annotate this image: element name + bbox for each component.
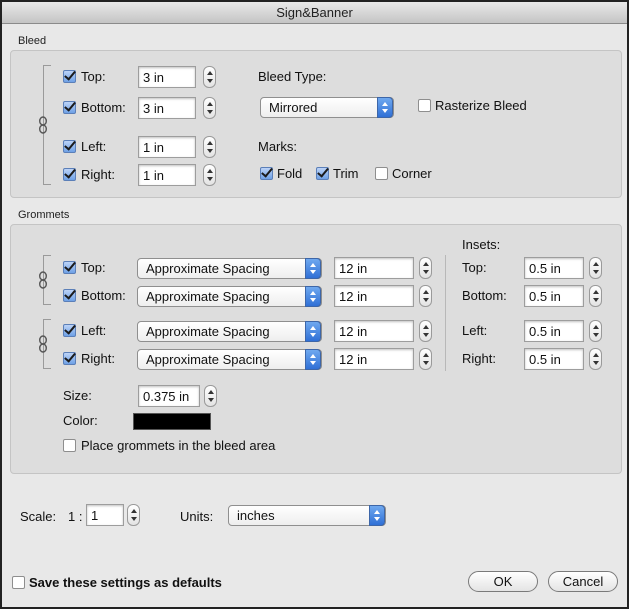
grommet-color-swatch[interactable] bbox=[133, 413, 211, 430]
grommet-left-label: Left: bbox=[81, 323, 107, 338]
grommet-bottom-spacing-field[interactable]: 12 in bbox=[334, 285, 414, 307]
grommet-bottom-spacing-stepper[interactable] bbox=[419, 285, 432, 307]
scale-field[interactable]: 1 bbox=[86, 504, 124, 526]
popup-arrows-icon bbox=[305, 321, 321, 342]
grommet-right-mode-popup[interactable]: Approximate Spacing bbox=[137, 349, 322, 370]
grommet-left-spacing-field[interactable]: 12 in bbox=[334, 320, 414, 342]
bleed-top-stepper[interactable] bbox=[203, 66, 216, 88]
place-grommets-bleed-label: Place grommets in the bleed area bbox=[81, 438, 276, 453]
bleed-right-field[interactable]: 1 in bbox=[138, 164, 196, 186]
bleed-top-checkbox[interactable] bbox=[63, 70, 76, 83]
bleed-top-label: Top: bbox=[81, 69, 106, 84]
units-label: Units: bbox=[180, 509, 214, 524]
bleed-left-checkbox[interactable] bbox=[63, 140, 76, 153]
popup-arrows-icon bbox=[305, 286, 321, 307]
inset-bottom-stepper[interactable] bbox=[589, 285, 602, 307]
grommet-size-label: Size: bbox=[63, 388, 92, 403]
grommet-top-mode-popup[interactable]: Approximate Spacing bbox=[137, 258, 322, 279]
grommet-right-spacing-field[interactable]: 12 in bbox=[334, 348, 414, 370]
grommet-top-spacing-stepper[interactable] bbox=[419, 257, 432, 279]
window-title: Sign&Banner bbox=[2, 2, 627, 24]
inset-top-label: Top: bbox=[462, 260, 487, 275]
mark-fold-label: Fold bbox=[277, 166, 303, 181]
grommet-bottom-mode-value: Approximate Spacing bbox=[146, 289, 270, 304]
scale-label: Scale: bbox=[20, 509, 57, 524]
grommet-left-spacing-stepper[interactable] bbox=[419, 320, 432, 342]
dialog-window: Sign&Banner Bleed Top: 3 in Bottom: 3 in… bbox=[0, 0, 629, 609]
cancel-button[interactable]: Cancel bbox=[548, 571, 618, 592]
mark-corner-checkbox[interactable] bbox=[375, 167, 388, 180]
bleed-bottom-label: Bottom: bbox=[81, 100, 126, 115]
bleed-left-stepper[interactable] bbox=[203, 136, 216, 158]
ok-button[interactable]: OK bbox=[468, 571, 538, 592]
scale-stepper[interactable] bbox=[127, 504, 140, 526]
units-popup[interactable]: inches bbox=[228, 505, 386, 526]
inset-top-stepper[interactable] bbox=[589, 257, 602, 279]
grommet-bottom-label: Bottom: bbox=[81, 288, 126, 303]
bleed-bottom-stepper[interactable] bbox=[203, 97, 216, 119]
link-chain-icon[interactable] bbox=[38, 334, 48, 354]
grommet-bottom-mode-popup[interactable]: Approximate Spacing bbox=[137, 286, 322, 307]
bleed-right-label: Right: bbox=[81, 167, 115, 182]
rasterize-bleed-checkbox[interactable] bbox=[418, 99, 431, 112]
grommet-size-stepper[interactable] bbox=[204, 385, 217, 407]
bleed-type-value: Mirrored bbox=[269, 100, 318, 115]
link-chain-icon[interactable] bbox=[38, 270, 48, 290]
grommet-left-checkbox[interactable] bbox=[63, 324, 76, 337]
grommet-bottom-checkbox[interactable] bbox=[63, 289, 76, 302]
mark-fold-checkbox[interactable] bbox=[260, 167, 273, 180]
bleed-section-label: Bleed bbox=[18, 35, 47, 47]
save-defaults-label: Save these settings as defaults bbox=[29, 575, 222, 590]
inset-right-label: Right: bbox=[462, 351, 496, 366]
grommet-top-spacing-field[interactable]: 12 in bbox=[334, 257, 414, 279]
bleed-right-checkbox[interactable] bbox=[63, 168, 76, 181]
grommet-left-mode-popup[interactable]: Approximate Spacing bbox=[137, 321, 322, 342]
inset-left-stepper[interactable] bbox=[589, 320, 602, 342]
bleed-type-label: Bleed Type: bbox=[258, 69, 327, 84]
grommet-right-spacing-stepper[interactable] bbox=[419, 348, 432, 370]
bleed-panel: Top: 3 in Bottom: 3 in Left: 1 in Right:… bbox=[10, 50, 622, 198]
mark-trim-checkbox[interactable] bbox=[316, 167, 329, 180]
bleed-right-stepper[interactable] bbox=[203, 164, 216, 186]
inset-bottom-field[interactable]: 0.5 in bbox=[524, 285, 584, 307]
grommet-color-label: Color: bbox=[63, 413, 98, 428]
popup-arrows-icon bbox=[305, 258, 321, 279]
bleed-left-label: Left: bbox=[81, 139, 107, 154]
bleed-bottom-checkbox[interactable] bbox=[63, 101, 76, 114]
inset-top-field[interactable]: 0.5 in bbox=[524, 257, 584, 279]
bleed-top-field[interactable]: 3 in bbox=[138, 66, 196, 88]
popup-arrows-icon bbox=[369, 505, 385, 526]
grommets-panel: Top: Approximate Spacing 12 in Bottom: A… bbox=[10, 224, 622, 474]
popup-arrows-icon bbox=[377, 97, 393, 118]
marks-label: Marks: bbox=[258, 139, 297, 154]
grommet-top-mode-value: Approximate Spacing bbox=[146, 261, 270, 276]
grommet-top-checkbox[interactable] bbox=[63, 261, 76, 274]
link-chain-icon[interactable] bbox=[38, 115, 48, 135]
units-value: inches bbox=[237, 508, 275, 523]
rasterize-bleed-label: Rasterize Bleed bbox=[435, 98, 527, 113]
bleed-left-field[interactable]: 1 in bbox=[138, 136, 196, 158]
bleed-bottom-field[interactable]: 3 in bbox=[138, 97, 196, 119]
inset-left-field[interactable]: 0.5 in bbox=[524, 320, 584, 342]
place-grommets-bleed-checkbox[interactable] bbox=[63, 439, 76, 452]
inset-right-field[interactable]: 0.5 in bbox=[524, 348, 584, 370]
grommet-size-field[interactable]: 0.375 in bbox=[138, 385, 200, 407]
insets-separator bbox=[445, 255, 446, 371]
grommet-right-mode-value: Approximate Spacing bbox=[146, 352, 270, 367]
inset-bottom-label: Bottom: bbox=[462, 288, 507, 303]
grommet-left-mode-value: Approximate Spacing bbox=[146, 324, 270, 339]
grommet-top-label: Top: bbox=[81, 260, 106, 275]
insets-label: Insets: bbox=[462, 237, 501, 252]
inset-left-label: Left: bbox=[462, 323, 488, 338]
grommets-section-label: Grommets bbox=[18, 209, 70, 221]
grommet-right-checkbox[interactable] bbox=[63, 352, 76, 365]
mark-corner-label: Corner bbox=[392, 166, 432, 181]
inset-right-stepper[interactable] bbox=[589, 348, 602, 370]
save-defaults-checkbox[interactable] bbox=[12, 576, 25, 589]
scale-prefix: 1 : bbox=[68, 509, 83, 524]
mark-trim-label: Trim bbox=[333, 166, 359, 181]
bleed-type-popup[interactable]: Mirrored bbox=[260, 97, 394, 118]
grommet-right-label: Right: bbox=[81, 351, 115, 366]
popup-arrows-icon bbox=[305, 349, 321, 370]
